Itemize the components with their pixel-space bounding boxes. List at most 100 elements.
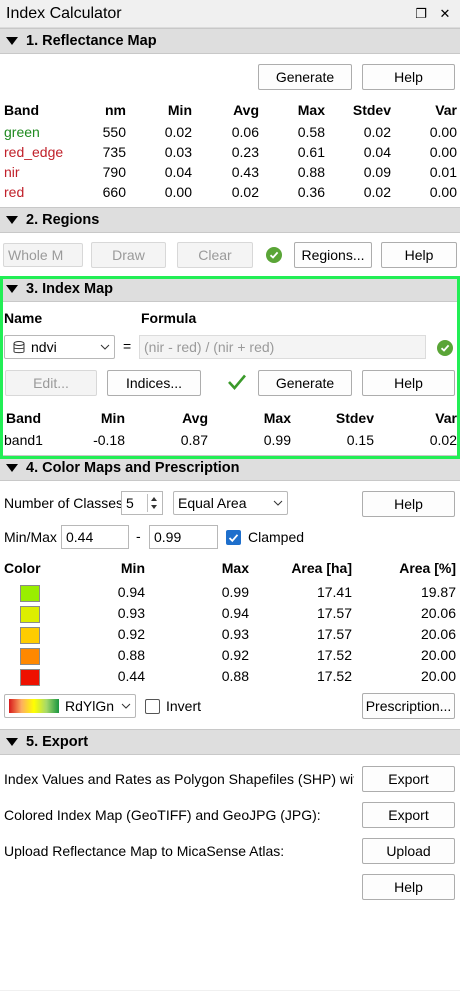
edit-button[interactable]: Edit... [5,370,97,396]
col-stdev: Stdev [335,410,374,426]
chevron-down-icon [121,701,131,712]
formula-ok-icon [437,340,453,356]
help-button[interactable]: Help [362,491,455,517]
band-cell: red [4,184,25,200]
stdev-cell: 0.15 [346,432,374,448]
clear-button[interactable]: Clear [177,242,253,268]
area-pct-cell: 20.06 [420,605,456,621]
index-name-select[interactable]: ndvi [4,335,115,359]
col-var: Var [435,410,457,426]
area-pct-cell: 19.87 [420,584,456,600]
help-button[interactable]: Help [381,242,457,268]
nm-cell: 550 [102,124,126,140]
classes-spinbox[interactable]: 5 [121,491,163,515]
collapse-triangle-icon [6,738,18,746]
colormap-gradient [9,699,59,713]
window-title: Index Calculator [6,4,122,22]
min-value: 0.44 [66,529,94,545]
clamped-label[interactable]: Clamped [248,529,304,545]
max-input[interactable]: 0.99 [149,525,218,549]
section-reflectance-map: Generate Help Band nm Min Avg Max Stdev … [0,54,460,207]
stdev-cell: 0.02 [363,124,391,140]
col-min: Min [167,102,192,118]
max-cell: 0.88 [221,668,249,684]
max-cell: 0.92 [221,647,249,663]
export-shp-label: Index Values and Rates as Polygon Shapef… [4,771,354,787]
stdev-cell: 0.02 [363,184,391,200]
section-regions-header[interactable]: 2. Regions [0,207,460,233]
generate-reflectance-button[interactable]: Generate [258,64,352,90]
area-pct-cell: 20.00 [420,647,456,663]
export-shp-button[interactable]: Export [362,766,455,792]
section-index-map: Name Formula ndvi = (nir - red) / (nir +… [0,302,460,455]
min-cell: 0.92 [117,626,145,642]
indices-button[interactable]: Indices... [107,370,201,396]
color-swatch[interactable] [20,606,40,623]
min-cell: 0.00 [164,184,192,200]
color-swatch[interactable] [20,627,40,644]
section-reflectance-map-header[interactable]: 1. Reflectance Map [0,28,460,54]
section-export-header[interactable]: 5. Export [0,729,460,755]
band-cell: red_edge [4,144,64,160]
color-swatch[interactable] [20,669,40,686]
class-method-value: Equal Area [178,495,247,511]
min-cell: 0.44 [117,668,145,684]
section-index-map-header[interactable]: 3. Index Map [0,276,460,302]
help-button[interactable]: Help [362,874,455,900]
colormap-select[interactable]: RdYlGn [4,694,136,718]
max-cell: 0.36 [297,184,325,200]
var-cell: 0.02 [429,432,457,448]
invert-checkbox[interactable] [145,699,160,714]
area-ha-cell: 17.57 [316,605,352,621]
export-geotiff-label: Colored Index Map (GeoTIFF) and GeoJPG (… [4,807,321,823]
col-area-ha: Area [ha] [291,560,352,576]
min-cell: 0.03 [164,144,192,160]
prescription-button[interactable]: Prescription... [362,693,455,719]
band-cell: band1 [4,432,43,448]
index-name-value: ndvi [31,339,57,355]
min-cell: -0.18 [93,432,125,448]
section-title: 3. Index Map [26,281,114,297]
spin-arrows-icon[interactable] [147,494,158,512]
var-cell: 0.01 [429,164,457,180]
color-swatch[interactable] [20,585,40,602]
regions-button[interactable]: Regions... [294,242,372,268]
section-title: 5. Export [26,734,89,750]
upload-button[interactable]: Upload [362,838,455,864]
col-area-pct: Area [%] [399,560,456,576]
clamped-checkbox[interactable] [226,530,241,545]
invert-label[interactable]: Invert [166,698,201,714]
max-cell: 0.88 [297,164,325,180]
area-ha-cell: 17.57 [316,626,352,642]
generate-index-button[interactable]: Generate [258,370,352,396]
formula-input[interactable]: (nir - red) / (nir + red) [139,335,426,359]
area-pct-cell: 20.06 [420,626,456,642]
section-export: Index Values and Rates as Polygon Shapef… [0,755,460,990]
col-band: Band [6,410,41,426]
min-cell: 0.94 [117,584,145,600]
draw-button[interactable]: Draw [91,242,166,268]
stdev-cell: 0.09 [363,164,391,180]
max-value: 0.99 [154,529,182,545]
float-icon[interactable]: ❐ [412,6,430,22]
col-avg: Avg [233,102,259,118]
avg-cell: 0.02 [231,184,259,200]
max-cell: 0.99 [221,584,249,600]
export-geotiff-button[interactable]: Export [362,802,455,828]
collapse-triangle-icon [6,285,18,293]
close-icon[interactable]: ✕ [436,6,454,22]
help-button[interactable]: Help [362,64,455,90]
region-select[interactable]: Whole M [3,243,83,267]
max-cell: 0.58 [297,124,325,140]
stdev-cell: 0.04 [363,144,391,160]
colormap-value: RdYlGn [65,698,115,714]
band-cell: green [4,124,40,140]
min-input[interactable]: 0.44 [61,525,129,549]
help-button[interactable]: Help [362,370,455,396]
collapse-triangle-icon [6,464,18,472]
color-swatch[interactable] [20,648,40,665]
collapse-triangle-icon [6,37,18,45]
upload-atlas-label: Upload Reflectance Map to MicaSense Atla… [4,843,285,859]
class-method-select[interactable]: Equal Area [173,491,288,515]
section-color-maps-header[interactable]: 4. Color Maps and Prescription [0,455,460,481]
